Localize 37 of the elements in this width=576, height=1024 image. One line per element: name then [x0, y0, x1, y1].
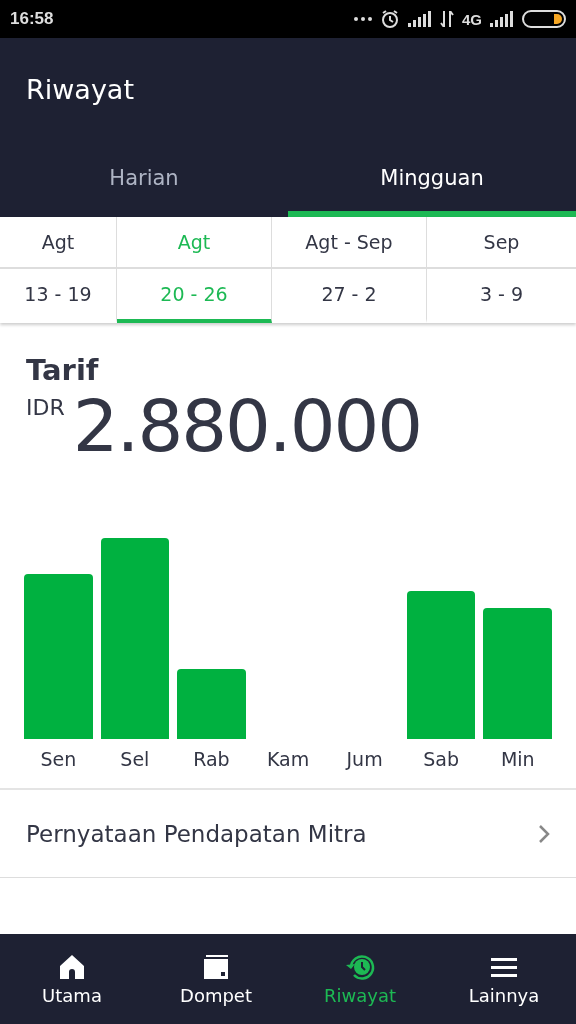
day-label: Rab	[193, 748, 230, 771]
nav-item[interactable]: Utama	[0, 934, 144, 1024]
signal-icon	[408, 11, 432, 27]
week-month: Sep	[427, 217, 576, 269]
battery-icon	[522, 10, 566, 28]
tab[interactable]: Harian	[0, 140, 288, 217]
day-label: Sab	[423, 748, 460, 771]
day-label: Min	[500, 748, 535, 771]
network-type: 4G	[462, 10, 482, 28]
week-range: 3 - 9	[478, 282, 525, 307]
home-icon	[58, 952, 86, 981]
amount-value: 2.880.000	[72, 387, 422, 467]
chevron-right-icon	[538, 824, 550, 845]
clock-time: 16:58	[10, 9, 54, 29]
signal-icon	[490, 11, 514, 27]
week-range: 13 - 19	[23, 282, 93, 307]
week-option[interactable]: Agt - Sep 27 - 2	[272, 217, 427, 323]
day-label: Sel	[120, 748, 150, 771]
more-icon	[354, 17, 372, 21]
alarm-icon	[380, 9, 400, 29]
nav-item[interactable]: Dompet	[144, 934, 288, 1024]
day-label: Jum	[346, 748, 383, 771]
bar	[177, 669, 246, 740]
nav-item[interactable]: Riwayat	[288, 934, 432, 1024]
currency-label: IDR	[26, 395, 65, 420]
page-title: Riwayat	[26, 73, 134, 105]
week-range: 20 - 26	[159, 282, 229, 307]
day-label: Kam	[266, 748, 310, 771]
day-label: Sen	[40, 748, 77, 771]
week-option[interactable]: Agt 13 - 19	[0, 217, 117, 323]
nav-item[interactable]: Lainnya	[432, 934, 576, 1024]
wallet-icon	[202, 952, 230, 981]
history-icon	[344, 952, 376, 981]
week-option[interactable]: Sep 3 - 9	[427, 217, 576, 323]
week-range: 27 - 2	[320, 282, 378, 307]
section-title: Tarif	[26, 353, 100, 387]
data-transfer-icon	[440, 11, 454, 27]
